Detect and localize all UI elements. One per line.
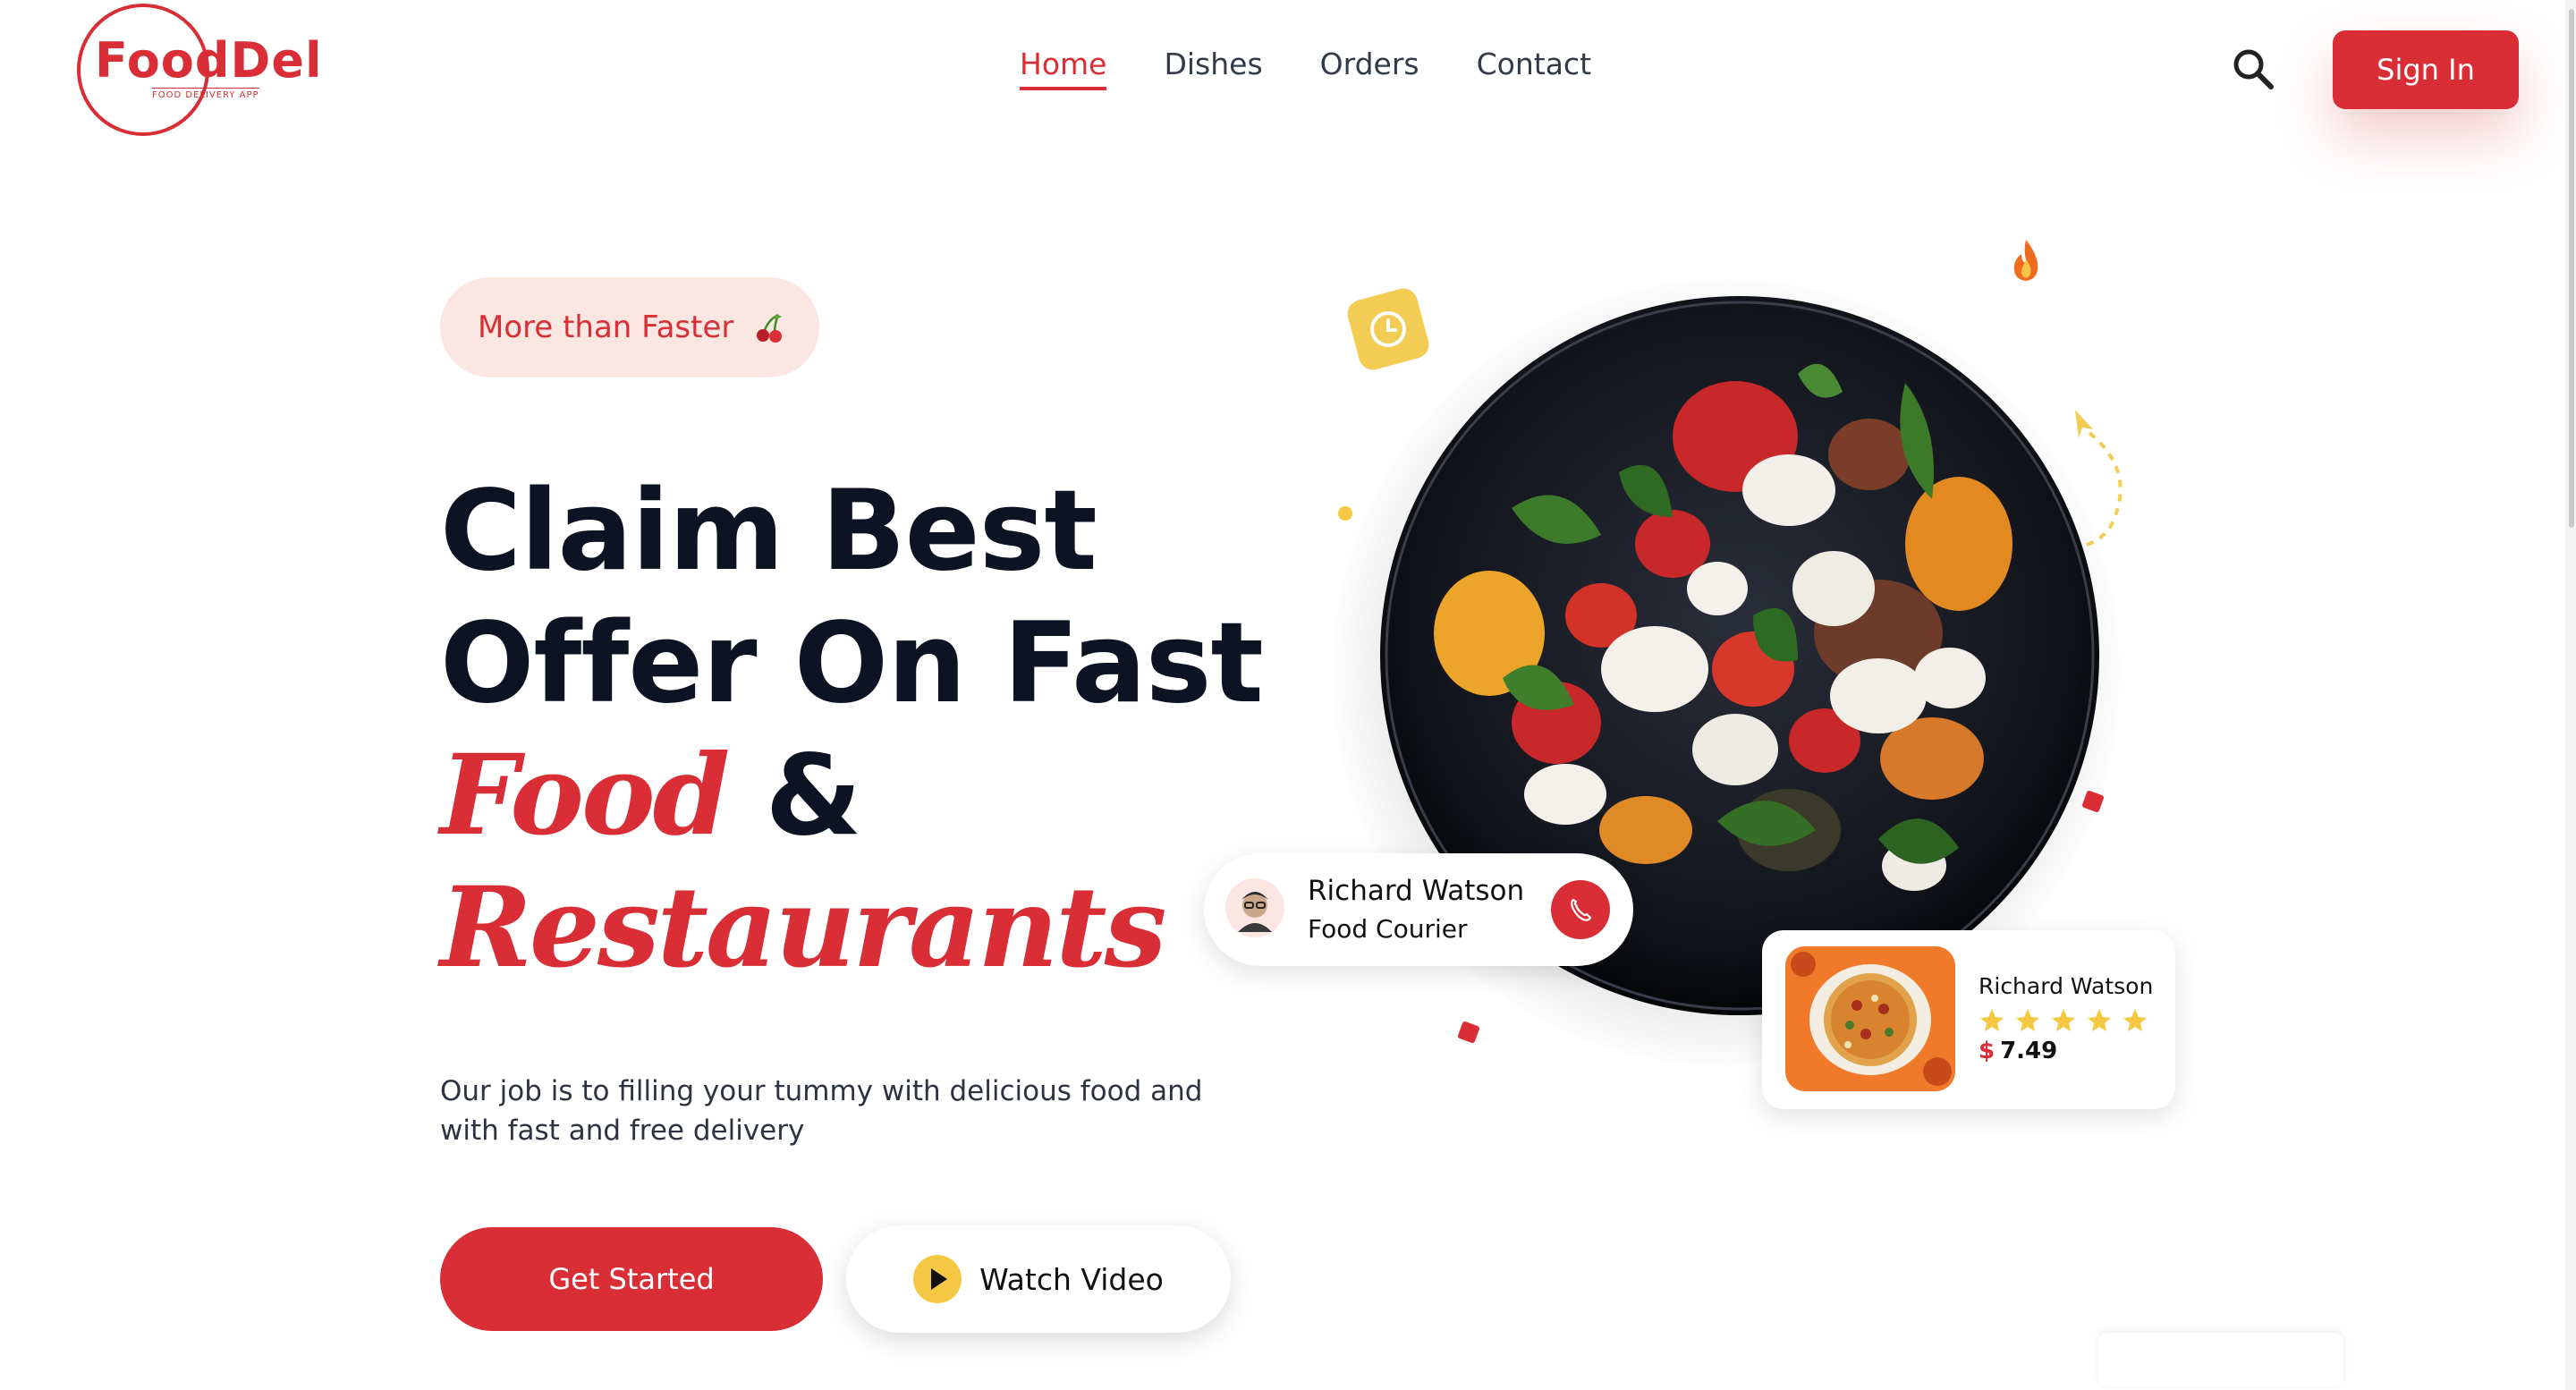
star-icon xyxy=(2052,1009,2075,1031)
logo-name: FoodDel xyxy=(95,32,323,89)
star-icon xyxy=(2016,1009,2039,1031)
phone-icon xyxy=(1571,898,1592,921)
scrollbar-thumb[interactable] xyxy=(2569,9,2574,528)
hero-description: Our job is to filling your tummy with de… xyxy=(440,1075,1203,1147)
hero-headline: Claim Best Offer On Fast Food & Restaura… xyxy=(440,465,1264,995)
star-icon xyxy=(1980,1009,2004,1031)
price-currency: $ xyxy=(1979,1038,1996,1064)
headline-line-2: Offer On Fast xyxy=(440,599,1264,728)
delivery-arrow-icon xyxy=(2057,401,2147,553)
cherry-icon xyxy=(751,309,787,345)
sign-in-button[interactable]: Sign In xyxy=(2333,30,2519,109)
headline-food: Food xyxy=(440,731,730,860)
nav-orders[interactable]: Orders xyxy=(1320,47,1419,81)
nav-dishes[interactable]: Dishes xyxy=(1164,47,1262,81)
star-rating xyxy=(1979,1007,2148,1034)
courier-card: Richard Watson Food Courier xyxy=(1204,853,1633,966)
badge-text: More than Faster xyxy=(478,309,734,345)
courier-name: Richard Watson xyxy=(1308,875,1525,907)
headline-line-1: Claim Best xyxy=(440,467,1097,596)
pizza-image xyxy=(1785,946,1955,1091)
logo-tagline: FOOD DELIVERY APP xyxy=(152,88,259,100)
brand-logo[interactable]: FoodDel FOOD DELIVERY APP xyxy=(77,4,322,138)
price-value: 7.49 xyxy=(2000,1038,2058,1064)
clock-icon xyxy=(1343,284,1433,374)
yellow-dot xyxy=(1338,506,1352,521)
partial-card xyxy=(2098,1333,2343,1386)
courier-role: Food Courier xyxy=(1308,914,1468,944)
avatar xyxy=(1225,878,1284,937)
headline-restaurants: Restaurants xyxy=(440,863,1166,993)
nav-home[interactable]: Home xyxy=(1020,47,1107,90)
star-icon xyxy=(2123,1009,2147,1031)
red-square-deco xyxy=(1457,1021,1480,1044)
get-started-button[interactable]: Get Started xyxy=(440,1227,823,1331)
product-name: Richard Watson xyxy=(1979,973,2154,999)
headline-line-3: Food & xyxy=(440,730,1263,862)
fire-icon xyxy=(2005,238,2046,283)
search-icon[interactable] xyxy=(2231,47,2275,91)
hero-badge: More than Faster xyxy=(440,277,819,377)
star-icon xyxy=(2088,1009,2111,1031)
play-icon xyxy=(913,1255,962,1303)
watch-video-label: Watch Video xyxy=(979,1261,1164,1297)
product-card[interactable]: Richard Watson $7.49 xyxy=(1762,930,2175,1109)
nav-contact[interactable]: Contact xyxy=(1477,47,1591,81)
headline-amp: & xyxy=(765,732,862,860)
call-button[interactable] xyxy=(1551,880,1610,939)
watch-video-button[interactable]: Watch Video xyxy=(846,1225,1231,1333)
main-nav: Home Dishes Orders Contact xyxy=(1020,47,1648,90)
product-price: $7.49 xyxy=(1979,1038,2057,1064)
